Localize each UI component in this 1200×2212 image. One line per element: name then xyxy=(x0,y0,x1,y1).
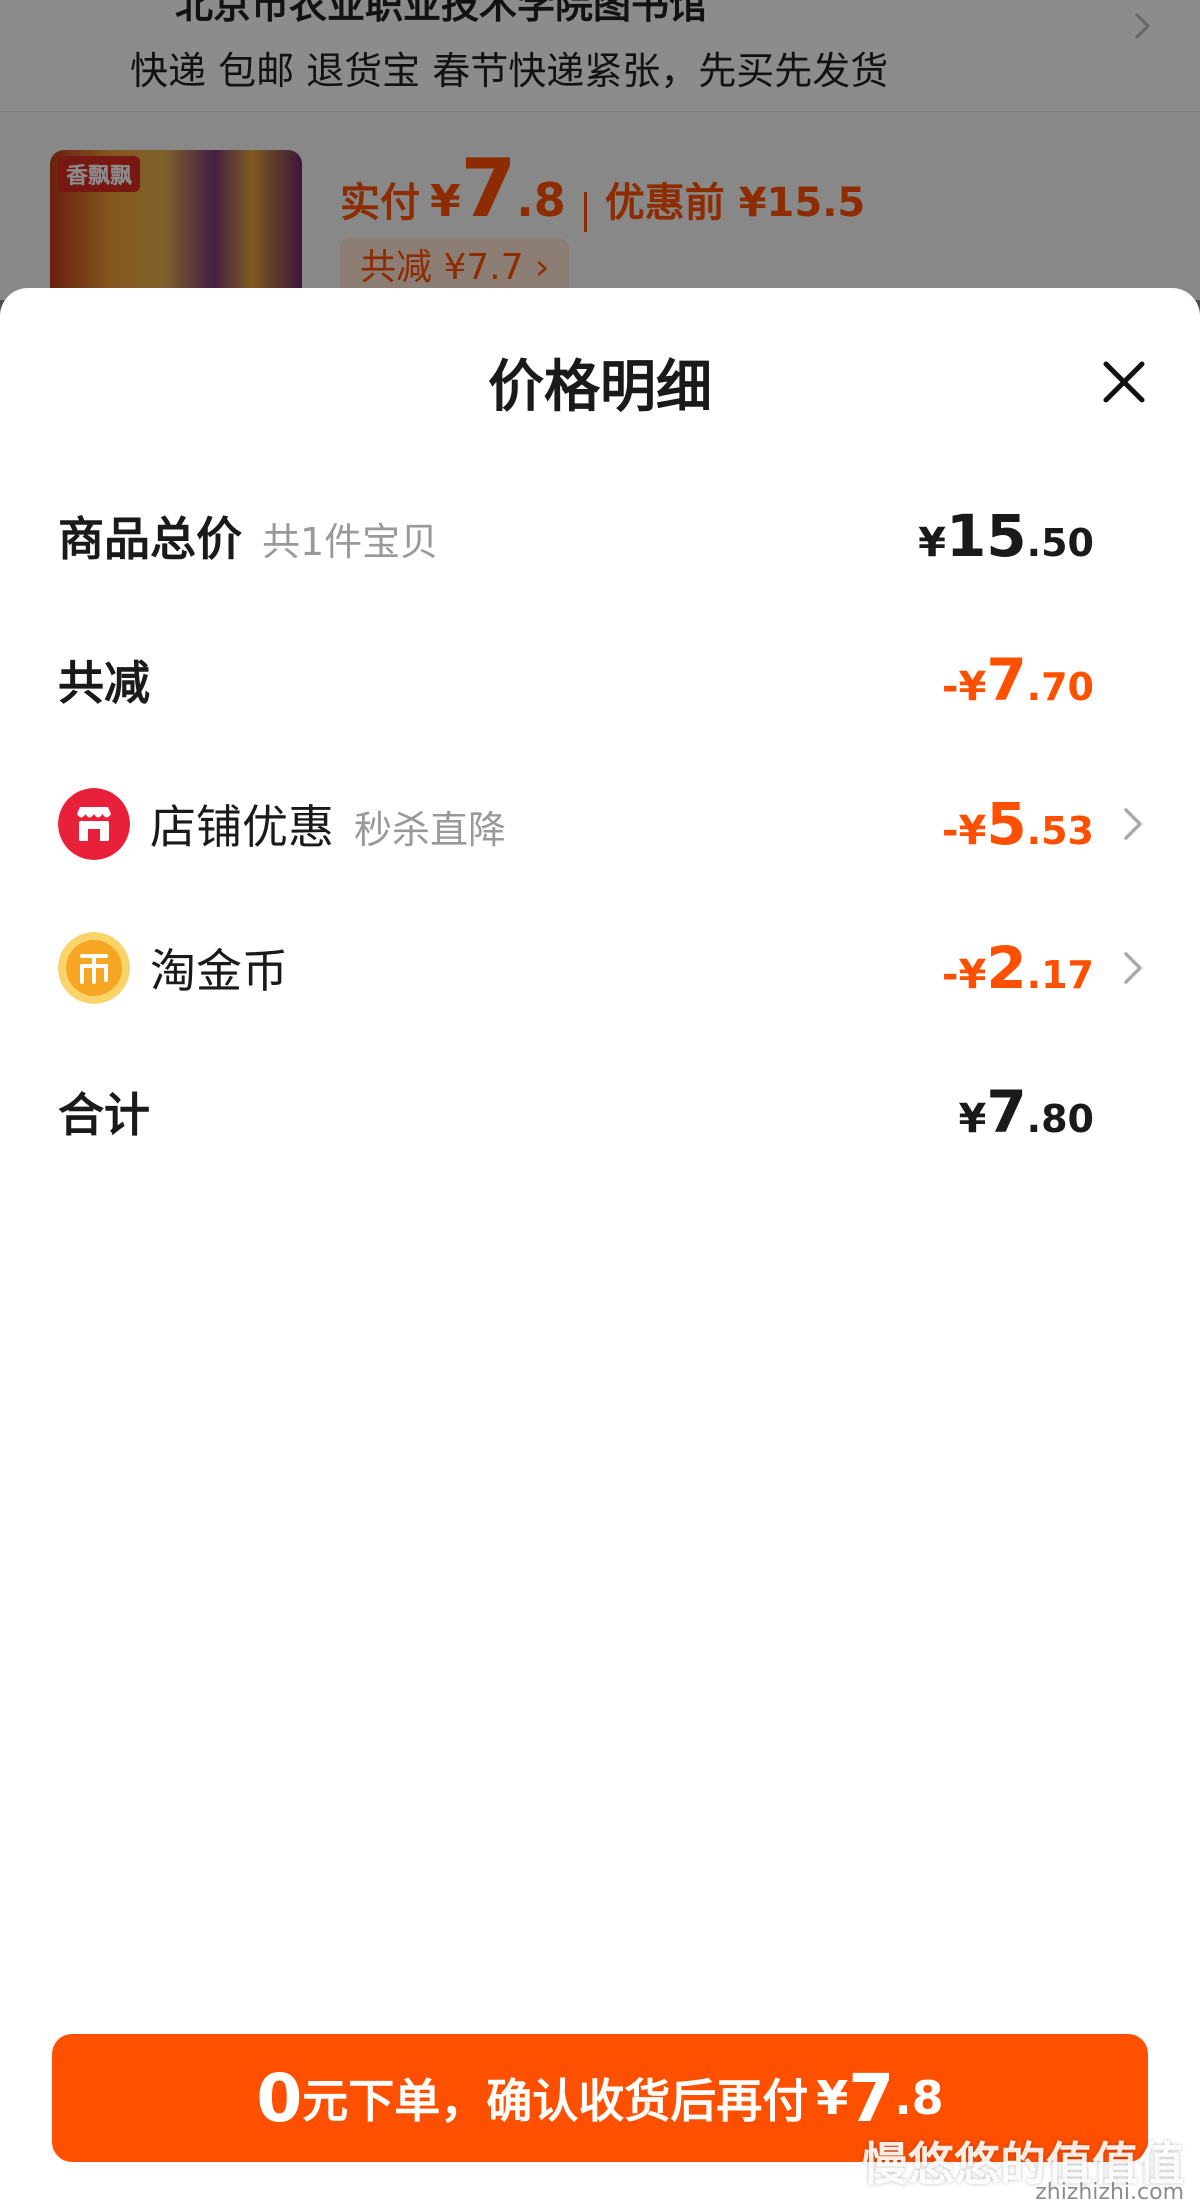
row-grand-total: 合计 ¥7.80 xyxy=(0,1062,1200,1162)
amount-int: 5 xyxy=(986,790,1027,858)
amount-int: 2 xyxy=(986,934,1027,1002)
amount-dec: .70 xyxy=(1026,665,1094,709)
total-reduced-amount: -¥7.70 xyxy=(942,646,1094,714)
grand-total-amount: ¥7.80 xyxy=(958,1078,1094,1146)
amount-dec: .80 xyxy=(1026,1097,1094,1141)
total-reduced-label: 共减 xyxy=(58,656,150,710)
cta-text: 元下单，确认收货后再付 xyxy=(302,2074,809,2128)
goods-count: 共1件宝贝 xyxy=(262,520,439,564)
amount-yen: -¥ xyxy=(941,808,987,854)
watermark-site: zhizhizhi.com xyxy=(1035,2180,1184,2205)
goods-total-amount: ¥15.50 xyxy=(918,502,1094,570)
grand-total-label: 合计 xyxy=(58,1088,150,1142)
row-taojinbi[interactable]: 淘金币 -¥2.17 xyxy=(0,918,1200,1018)
amount-yen: ¥ xyxy=(958,1096,987,1142)
amount-int: 15 xyxy=(945,502,1027,570)
amount-yen: -¥ xyxy=(941,664,987,710)
taojinbi-amount: -¥2.17 xyxy=(942,934,1094,1002)
row-total-reduced: 共减 -¥7.70 xyxy=(0,630,1200,730)
shop-discount-type: 秒杀直降 xyxy=(354,808,507,852)
amount-int: 7 xyxy=(986,1078,1027,1146)
row-shop-discount[interactable]: 店铺优惠 秒杀直降 -¥5.53 xyxy=(0,774,1200,874)
sheet-title: 价格明细 xyxy=(488,355,712,420)
cta-yen: ¥ xyxy=(816,2071,849,2125)
amount-yen: -¥ xyxy=(941,952,987,998)
amount-int: 7 xyxy=(986,646,1027,714)
shop-icon xyxy=(58,788,130,860)
amount-dec: .17 xyxy=(1026,953,1094,997)
cta-dec: .8 xyxy=(894,2071,944,2125)
close-icon xyxy=(1103,361,1145,403)
goods-total-label: 商品总价 xyxy=(58,512,242,566)
row-label: 商品总价 共1件宝贝 xyxy=(58,503,438,569)
taojinbi-label: 淘金币 xyxy=(150,944,288,998)
shop-discount-amount: -¥5.53 xyxy=(942,790,1094,858)
shop-discount-label: 店铺优惠 xyxy=(150,800,334,854)
chevron-right-icon[interactable] xyxy=(1118,804,1148,844)
amount-dec: .50 xyxy=(1026,521,1094,565)
price-detail-sheet: 价格明细 商品总价 共1件宝贝 ¥15.50 共减 -¥7.70 店铺优惠 秒杀直降 xyxy=(0,288,1200,2212)
row-goods-total: 商品总价 共1件宝贝 ¥15.50 xyxy=(0,486,1200,586)
close-button[interactable] xyxy=(1100,358,1148,406)
amount-dec: .53 xyxy=(1026,809,1094,853)
amount-yen: ¥ xyxy=(918,520,946,566)
row-label: 店铺优惠 秒杀直降 xyxy=(150,791,506,857)
coin-icon xyxy=(58,932,130,1004)
cta-int: 7 xyxy=(848,2059,895,2137)
cta-zero: 0 xyxy=(256,2059,303,2137)
chevron-right-icon[interactable] xyxy=(1118,948,1148,988)
